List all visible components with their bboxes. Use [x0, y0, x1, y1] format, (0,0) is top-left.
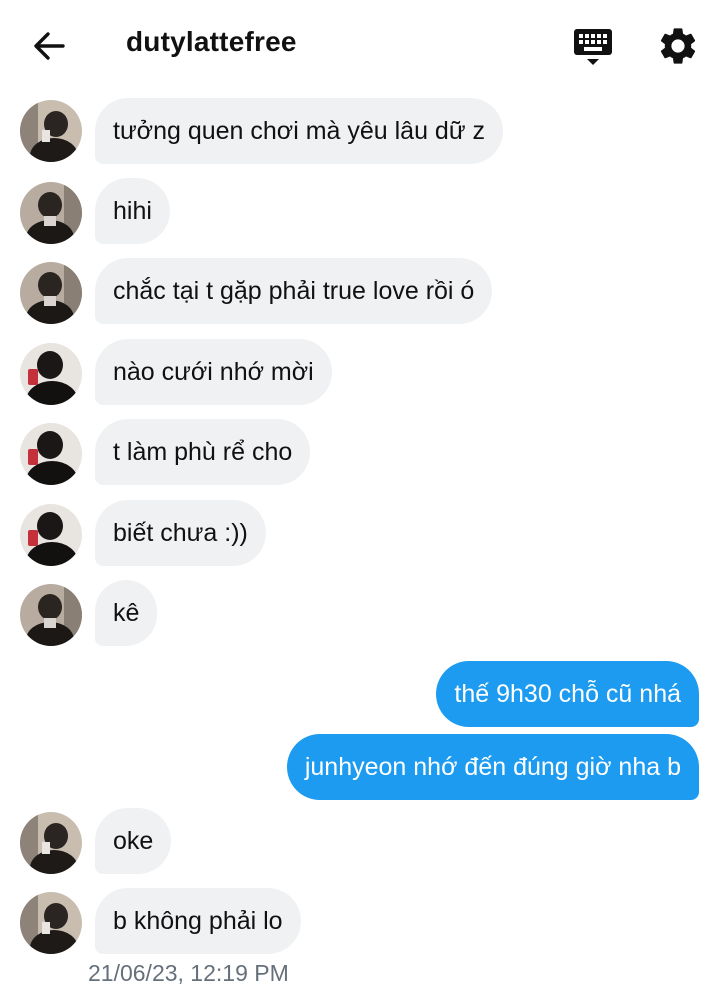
avatar[interactable] — [20, 584, 82, 646]
message-bubble[interactable]: chắc tại t gặp phải true love rồi ó — [95, 258, 493, 324]
message-bubble[interactable]: hihi — [95, 178, 170, 244]
gear-icon — [660, 28, 696, 64]
message-bubble[interactable]: b không phải lo — [95, 888, 301, 954]
back-button[interactable] — [30, 27, 68, 65]
conversation-header: dutylattefree — [0, 0, 720, 90]
message-timestamp: 21/06/23, 12:19 PM — [88, 960, 289, 986]
conversation-title: dutylattefree — [126, 26, 297, 57]
message-bubble-outgoing[interactable]: junhyeon nhớ đến đúng giờ nha b — [286, 734, 699, 800]
avatar[interactable] — [20, 892, 82, 954]
avatar[interactable] — [20, 423, 82, 485]
message-bubble[interactable]: tưởng quen chơi mà yêu lâu dữ z — [95, 98, 504, 164]
settings-button[interactable] — [656, 24, 700, 68]
message-bubble[interactable]: kê — [95, 580, 158, 646]
avatar[interactable] — [20, 343, 82, 405]
message-bubble[interactable]: oke — [95, 808, 172, 874]
keyboard-icon — [574, 29, 612, 65]
message-bubble-outgoing[interactable]: thế 9h30 chỗ cũ nhá — [436, 661, 699, 727]
avatar[interactable] — [20, 262, 82, 324]
message-bubble[interactable]: biết chưa :)) — [95, 500, 266, 566]
message-bubble[interactable]: nào cưới nhớ mời — [95, 339, 332, 405]
avatar[interactable] — [20, 504, 82, 566]
keyboard-button[interactable] — [572, 26, 614, 68]
arrow-left-icon — [34, 32, 65, 60]
message-bubble[interactable]: t làm phù rể cho — [95, 419, 311, 485]
avatar[interactable] — [20, 812, 82, 874]
avatar[interactable] — [20, 100, 82, 162]
avatar[interactable] — [20, 182, 82, 244]
